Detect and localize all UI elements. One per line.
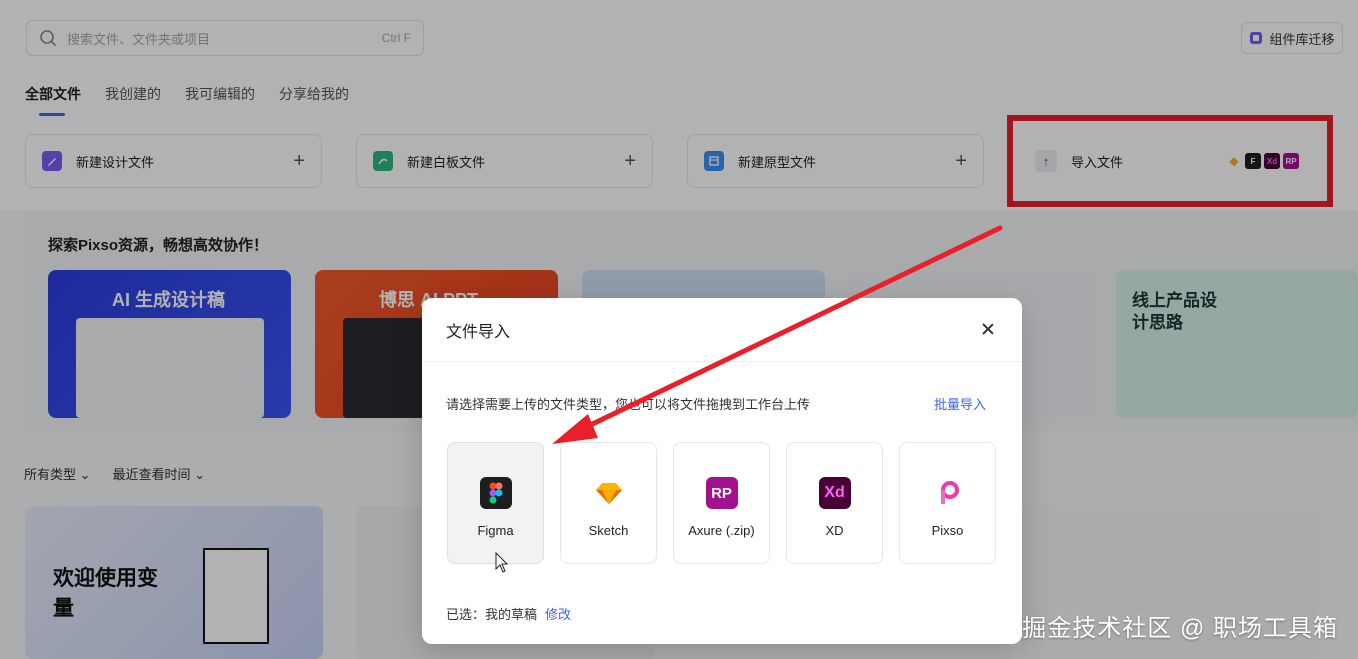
batch-import-link[interactable]: 批量导入 xyxy=(934,394,986,413)
sketch-icon xyxy=(593,477,625,509)
type-option-label: XD xyxy=(825,523,844,538)
selected-location: 已选：我的草稿 修改 xyxy=(446,604,571,623)
watermark: 掘金技术社区 @ 职场工具箱 xyxy=(1022,615,1338,642)
type-option-label: Pixso xyxy=(931,523,964,538)
file-import-dialog: 文件导入 请选择需要上传的文件类型，您也可以将文件拖拽到工作台上传 批量导入 F… xyxy=(422,298,1022,644)
mouse-cursor-icon xyxy=(495,552,509,573)
type-option-pixso[interactable]: Pixso xyxy=(899,442,996,564)
adobe-xd-icon: Xd xyxy=(818,477,851,509)
dialog-header: 文件导入 xyxy=(422,298,1022,362)
selected-location-name: 我的草稿 xyxy=(485,607,538,622)
dialog-title: 文件导入 xyxy=(446,323,511,341)
file-type-options: Figma Sketch RP Axure (.zip) Xd XD Pixso xyxy=(447,442,996,564)
dialog-description: 请选择需要上传的文件类型，您也可以将文件拖拽到工作台上传 xyxy=(446,397,811,412)
close-icon[interactable] xyxy=(978,320,998,340)
type-option-label: Sketch xyxy=(588,523,629,538)
type-option-sketch[interactable]: Sketch xyxy=(560,442,657,564)
axure-rp-icon: RP xyxy=(705,477,738,509)
type-option-figma[interactable]: Figma xyxy=(447,442,544,564)
figma-icon xyxy=(479,477,512,509)
type-option-label: Axure (.zip) xyxy=(688,523,755,538)
pixso-icon xyxy=(932,477,964,509)
edit-location-link[interactable]: 修改 xyxy=(545,607,571,622)
selected-prefix: 已选： xyxy=(446,607,486,622)
type-option-xd[interactable]: Xd XD xyxy=(786,442,883,564)
type-option-axure[interactable]: RP Axure (.zip) xyxy=(673,442,770,564)
type-option-label: Figma xyxy=(477,523,514,538)
